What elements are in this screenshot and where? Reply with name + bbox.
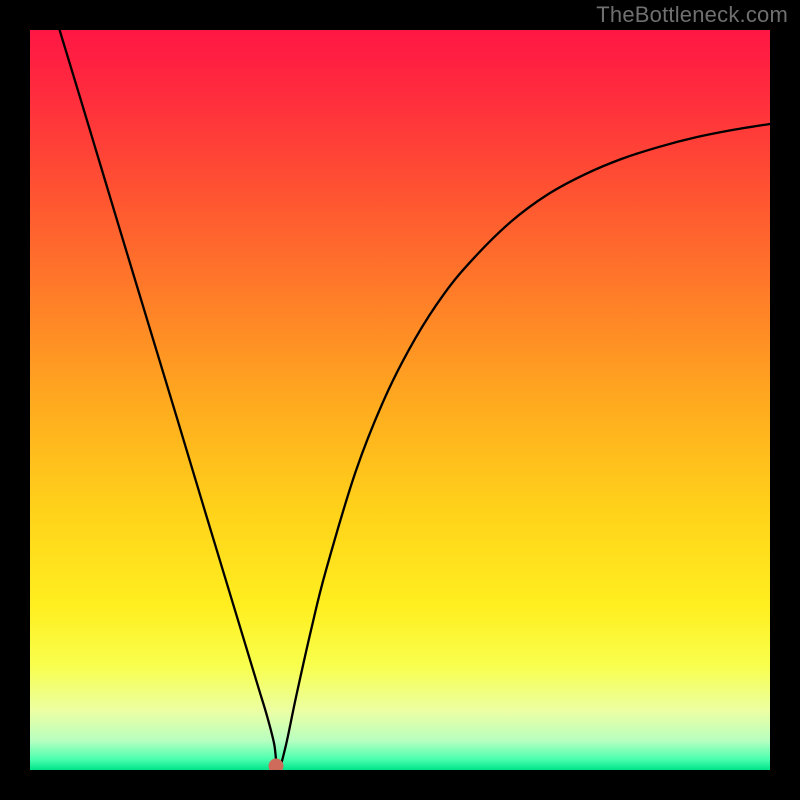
chart-frame: TheBottleneck.com — [0, 0, 800, 800]
plot-area — [30, 30, 770, 770]
watermark-text: TheBottleneck.com — [596, 2, 788, 28]
min-marker-dot — [268, 759, 283, 770]
bottleneck-curve — [30, 30, 770, 770]
